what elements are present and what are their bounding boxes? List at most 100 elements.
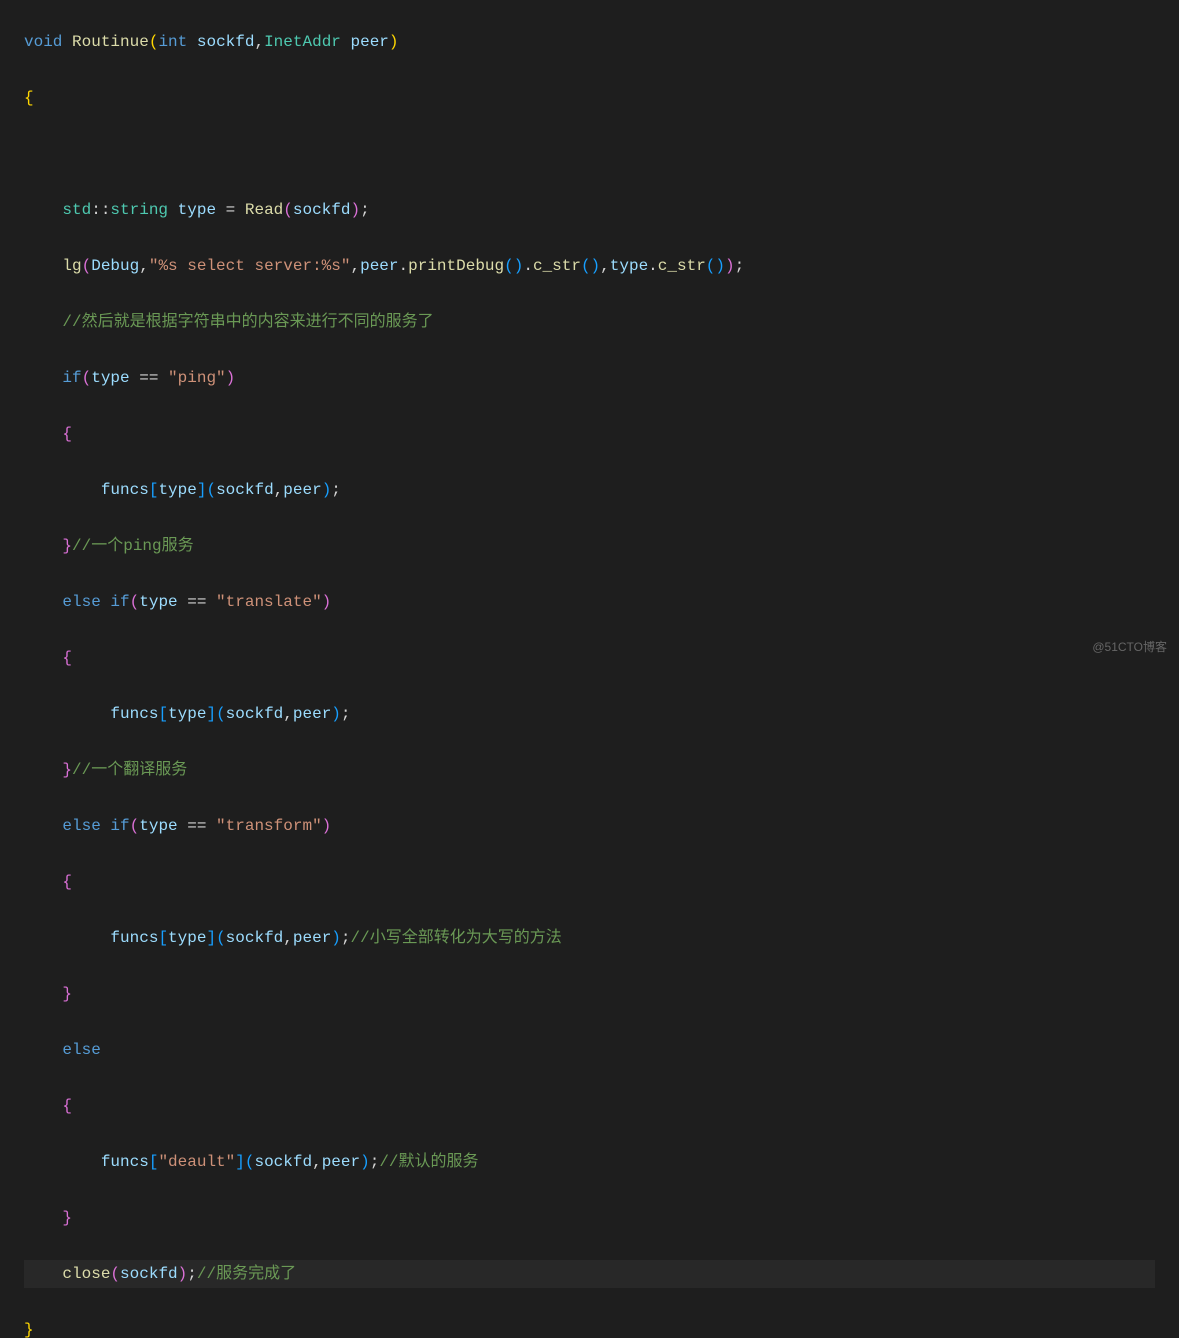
function-name: Routinue	[72, 33, 149, 51]
code-line[interactable]: }//一个ping服务	[24, 532, 1155, 560]
string-literal: "deault"	[158, 1153, 235, 1171]
code-line[interactable]: {	[24, 84, 1155, 112]
var-sockfd: sockfd	[293, 201, 351, 219]
code-line[interactable]: funcs[type](sockfd,peer);//小写全部转化为大写的方法	[24, 924, 1155, 952]
brace-open: {	[62, 1097, 72, 1115]
var-peer: peer	[322, 1153, 360, 1171]
function-close: close	[62, 1265, 110, 1283]
function-read: Read	[245, 201, 283, 219]
paren-open: (	[82, 257, 92, 275]
code-line[interactable]: }	[24, 980, 1155, 1008]
var-type: type	[168, 705, 206, 723]
paren-open: (	[130, 817, 140, 835]
code-line[interactable]: {	[24, 644, 1155, 672]
method-cstr: c_str	[533, 257, 581, 275]
var-funcs: funcs	[101, 1153, 149, 1171]
code-line[interactable]: funcs[type](sockfd,peer);	[24, 476, 1155, 504]
paren-open: (	[206, 481, 216, 499]
paren-close: )	[725, 257, 735, 275]
var-type: type	[91, 369, 129, 387]
bracket-close: ]	[206, 705, 216, 723]
keyword-else: else	[62, 1041, 100, 1059]
method-printdebug: printDebug	[408, 257, 504, 275]
code-line[interactable]: }//一个翻译服务	[24, 756, 1155, 784]
code-line[interactable]	[24, 140, 1155, 168]
comment: //一个ping服务	[72, 537, 194, 555]
bracket-open: [	[158, 705, 168, 723]
var-funcs: funcs	[110, 705, 158, 723]
code-line[interactable]: lg(Debug,"%s select server:%s",peer.prin…	[24, 252, 1155, 280]
var-sockfd: sockfd	[254, 1153, 312, 1171]
code-line[interactable]: {	[24, 868, 1155, 896]
var-type: type	[610, 257, 648, 275]
brace-open: {	[62, 649, 72, 667]
bracket-open: [	[158, 929, 168, 947]
paren-close: )	[322, 481, 332, 499]
code-line[interactable]: close(sockfd);//服务完成了	[24, 1260, 1155, 1288]
paren-open: (	[82, 369, 92, 387]
code-line[interactable]: else	[24, 1036, 1155, 1064]
comment: //默认的服务	[379, 1153, 478, 1171]
var-debug: Debug	[91, 257, 139, 275]
brace-close: }	[62, 537, 72, 555]
code-line[interactable]: {	[24, 420, 1155, 448]
code-line[interactable]: }	[24, 1204, 1155, 1232]
var-funcs: funcs	[110, 929, 158, 947]
var-peer: peer	[360, 257, 398, 275]
function-lg: lg	[62, 257, 81, 275]
var-type: type	[158, 481, 196, 499]
var-sockfd: sockfd	[226, 929, 284, 947]
code-line[interactable]: else if(type == "translate")	[24, 588, 1155, 616]
brace-open: {	[62, 873, 72, 891]
param-sockfd: sockfd	[197, 33, 255, 51]
brace-close: }	[62, 1209, 72, 1227]
brace-open: {	[62, 425, 72, 443]
paren-close: )	[322, 593, 332, 611]
bracket-close: ]	[235, 1153, 245, 1171]
var-type: type	[139, 593, 177, 611]
var-type: type	[139, 817, 177, 835]
var-type: type	[168, 929, 206, 947]
code-editor[interactable]: void Routinue(int sockfd,InetAddr peer) …	[0, 0, 1179, 1338]
code-line[interactable]: }	[24, 1316, 1155, 1338]
watermark-text: @51CTO博客	[1092, 633, 1167, 661]
paren-open: (	[245, 1153, 255, 1171]
keyword-if: if	[62, 369, 81, 387]
param-peer: peer	[351, 33, 389, 51]
code-line[interactable]: //然后就是根据字符串中的内容来进行不同的服务了	[24, 308, 1155, 336]
code-line[interactable]: funcs["deault"](sockfd,peer);//默认的服务	[24, 1148, 1155, 1176]
keyword-void: void	[24, 33, 62, 51]
var-type: type	[178, 201, 216, 219]
comment: //小写全部转化为大写的方法	[351, 929, 562, 947]
comment: //服务完成了	[197, 1265, 296, 1283]
string-literal: "translate"	[216, 593, 322, 611]
string-literal: "%s select server:%s"	[149, 257, 351, 275]
type-string: string	[110, 201, 168, 219]
paren-close: )	[178, 1265, 188, 1283]
code-line[interactable]: else if(type == "transform")	[24, 812, 1155, 840]
method-cstr: c_str	[658, 257, 706, 275]
paren-close: )	[331, 705, 341, 723]
code-line[interactable]: funcs[type](sockfd,peer);	[24, 700, 1155, 728]
keyword-int: int	[158, 33, 187, 51]
brace-close: }	[62, 761, 72, 779]
var-sockfd: sockfd	[226, 705, 284, 723]
code-line[interactable]: {	[24, 1092, 1155, 1120]
var-sockfd: sockfd	[216, 481, 274, 499]
scope-operator: ::	[91, 201, 110, 219]
var-funcs: funcs	[101, 481, 149, 499]
keyword-if: if	[110, 593, 129, 611]
paren-close: )	[350, 201, 360, 219]
var-peer: peer	[293, 929, 331, 947]
code-line[interactable]: std::string type = Read(sockfd);	[24, 196, 1155, 224]
bracket-open: [	[149, 481, 159, 499]
code-line[interactable]: if(type == "ping")	[24, 364, 1155, 392]
code-line[interactable]: void Routinue(int sockfd,InetAddr peer)	[24, 28, 1155, 56]
type-inetaddr: InetAddr	[264, 33, 341, 51]
bracket-close: ]	[206, 929, 216, 947]
brace-open: {	[24, 89, 34, 107]
comment: //一个翻译服务	[72, 761, 187, 779]
paren-close: )	[331, 929, 341, 947]
paren-open: (	[149, 33, 159, 51]
keyword-else: else	[62, 593, 100, 611]
